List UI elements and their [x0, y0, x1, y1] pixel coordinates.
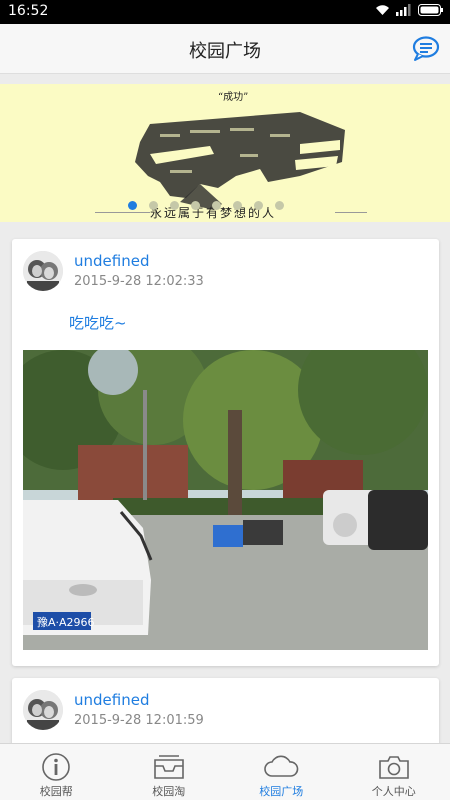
banner-carousel[interactable]: “成功” 永远属于有梦想的人: [0, 84, 450, 222]
carousel-dot[interactable]: [128, 201, 137, 210]
bottom-tab-bar: 校园帮 校园淘 校园广场 个人中心: [0, 743, 450, 800]
chat-bubble-icon: [412, 36, 440, 61]
avatar[interactable]: [23, 690, 63, 730]
carousel-dot[interactable]: [170, 201, 179, 210]
carousel-dot[interactable]: [149, 201, 158, 210]
svg-text:豫A·A2966: 豫A·A2966: [37, 616, 95, 629]
wifi-icon: [376, 5, 389, 15]
tab-label: 个人中心: [371, 785, 416, 798]
tab-personal-center[interactable]: 个人中心: [338, 744, 450, 800]
post-username[interactable]: undefined: [74, 252, 149, 270]
tab-campus-help[interactable]: 校园帮: [0, 744, 113, 800]
info-icon: [42, 753, 71, 781]
post-card[interactable]: undefined 2015-9-28 12:01:59: [12, 678, 439, 748]
status-time: 16:52: [8, 3, 49, 19]
camera-icon: [378, 756, 409, 779]
cloud-icon: [264, 755, 299, 777]
tab-label: 校园帮: [39, 785, 73, 798]
banner-line-right: [335, 212, 367, 213]
post-card[interactable]: undefined 2015-9-28 12:02:33 吃吃吃~ 豫A·A29…: [12, 239, 439, 666]
post-date: 2015-9-28 12:02:33: [74, 274, 204, 289]
post-username[interactable]: undefined: [74, 691, 149, 709]
signal-icon: [396, 4, 411, 16]
carousel-dots: [128, 201, 284, 210]
carousel-dot[interactable]: [233, 201, 242, 210]
carousel-dot[interactable]: [191, 201, 200, 210]
carousel-dot[interactable]: [275, 201, 284, 210]
tray-icon: [153, 755, 184, 779]
post-date: 2015-9-28 12:01:59: [74, 713, 204, 728]
tab-label: 校园淘: [152, 785, 186, 798]
carousel-dot[interactable]: [212, 201, 221, 210]
status-bar: 16:52: [0, 0, 450, 24]
post-text: 吃吃吃~: [69, 314, 127, 332]
post-photo[interactable]: 豫A·A2966: [23, 350, 428, 650]
battery-icon: [418, 4, 443, 16]
tab-campus-square[interactable]: 校园广场: [225, 744, 338, 800]
status-icons: [375, 4, 444, 16]
banner-line-left: [95, 212, 150, 213]
avatar[interactable]: [23, 251, 63, 291]
tab-campus-market[interactable]: 校园淘: [113, 744, 226, 800]
page-title: 校园广场: [189, 41, 261, 62]
tab-label: 校园广场: [259, 785, 304, 798]
message-button[interactable]: [412, 36, 440, 62]
carousel-dot[interactable]: [254, 201, 263, 210]
title-bar: 校园广场: [0, 24, 450, 74]
